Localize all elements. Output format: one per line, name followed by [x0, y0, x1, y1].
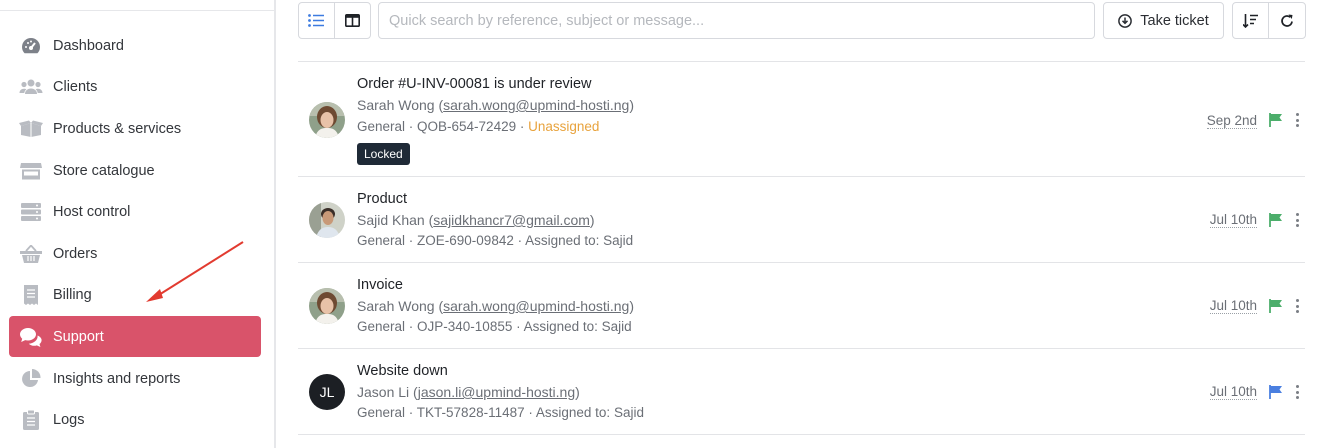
- ticket-assignment: Assigned to: Sajid: [535, 405, 644, 420]
- ticket-category: General: [357, 119, 406, 134]
- ticket-client: Sarah Wong (sarah.wong@upmind-hosti.ng): [357, 298, 635, 314]
- sidebar-item-support[interactable]: Support: [9, 316, 261, 357]
- sidebar-item-label: Billing: [53, 286, 92, 303]
- sidebar-item-clients[interactable]: Clients: [9, 66, 261, 107]
- ticket-category: General: [357, 405, 406, 420]
- avatar: [309, 202, 345, 238]
- sidebar-item-store-catalogue[interactable]: Store catalogue: [9, 150, 261, 191]
- more-options-icon[interactable]: [1293, 385, 1301, 399]
- ticket-date: Jul 10th: [1209, 384, 1257, 400]
- sidebar-item-label: Clients: [53, 78, 98, 95]
- locked-badge: Locked: [357, 143, 410, 165]
- sidebar-item-label: Insights and reports: [53, 370, 181, 387]
- more-options-icon[interactable]: [1293, 213, 1301, 227]
- ticket-assignment: Assigned to: Sajid: [523, 319, 632, 334]
- basket-icon: [19, 242, 43, 266]
- search-input[interactable]: [378, 2, 1095, 39]
- ticket-meta: General · QOB-654-72429 · Unassigned: [357, 119, 600, 134]
- avatar: JL: [309, 374, 345, 410]
- avatar: [309, 288, 345, 324]
- list-icon: [308, 14, 325, 27]
- ticket-date: Jul 10th: [1209, 212, 1257, 228]
- flag-icon[interactable]: [1269, 213, 1283, 227]
- list-actions: [1232, 2, 1306, 39]
- ticket-reference: TKT-57828-11487: [416, 405, 525, 420]
- client-name: Jason Li: [357, 384, 410, 400]
- ticket-subject: Invoice: [357, 277, 403, 293]
- sidebar-item-label: Logs: [53, 411, 85, 428]
- refresh-icon: [1281, 14, 1293, 27]
- ticket-subject: Order #U-INV-00081 is under review: [357, 76, 592, 92]
- avatar: [309, 102, 345, 138]
- sidebar-item-logs[interactable]: Logs: [9, 399, 261, 440]
- refresh-button[interactable]: [1269, 3, 1305, 38]
- ticket-subject: Product: [357, 191, 407, 207]
- toolbar: Take ticket: [298, 2, 1306, 40]
- ticket-row[interactable]: Order #U-INV-00081 is under review Sarah…: [298, 62, 1305, 177]
- ticket-category: General: [357, 233, 406, 248]
- pie-chart-icon: [19, 367, 43, 391]
- ticket-reference: QOB-654-72429: [417, 119, 517, 134]
- flag-icon[interactable]: [1269, 385, 1283, 399]
- sidebar-item-label: Store catalogue: [53, 162, 155, 179]
- ticket-row[interactable]: Product Sajid Khan (sajidkhancr7@gmail.c…: [298, 177, 1305, 263]
- sidebar-item-host-control[interactable]: Host control: [9, 191, 261, 232]
- sidebar-divider: [0, 10, 274, 11]
- sidebar-item-label: Dashboard: [53, 37, 124, 54]
- ticket-meta: General · TKT-57828-11487 · Assigned to:…: [357, 405, 644, 420]
- ticket-row[interactable]: JL Website down Jason Li (jason.li@upmin…: [298, 349, 1305, 435]
- annotation-arrow: [146, 241, 244, 302]
- ticket-assignment: Unassigned: [528, 119, 600, 134]
- ticket-row[interactable]: Invoice Sarah Wong (sarah.wong@upmind-ho…: [298, 263, 1305, 349]
- box-icon: [19, 117, 43, 141]
- ticket-category: General: [357, 319, 406, 334]
- sidebar: Dashboard Clients Products & services St…: [0, 0, 276, 448]
- ticket-reference: ZOE-690-09842: [417, 233, 514, 248]
- take-ticket-label: Take ticket: [1140, 12, 1209, 29]
- more-options-icon[interactable]: [1293, 113, 1301, 127]
- ticket-reference: OJP-340-10855: [417, 319, 513, 334]
- ticket-date: Sep 2nd: [1206, 113, 1257, 129]
- columns-icon: [344, 14, 360, 27]
- ticket-subject: Website down: [357, 363, 448, 379]
- sidebar-item-label: Products & services: [53, 120, 182, 137]
- take-ticket-button[interactable]: Take ticket: [1103, 2, 1224, 39]
- ticket-client: Jason Li (jason.li@upmind-hosti.ng): [357, 384, 580, 400]
- sidebar-item-label: Orders: [53, 245, 98, 262]
- flag-icon[interactable]: [1269, 113, 1283, 127]
- chat-icon: [19, 325, 43, 349]
- sort-icon: [1243, 13, 1258, 28]
- dashboard-icon: [19, 34, 43, 58]
- client-name: Sajid Khan: [357, 212, 425, 228]
- store-icon: [19, 159, 43, 183]
- sidebar-item-products[interactable]: Products & services: [9, 108, 261, 149]
- download-circle-icon: [1118, 13, 1133, 28]
- more-options-icon[interactable]: [1293, 299, 1301, 313]
- sidebar-item-insights[interactable]: Insights and reports: [9, 358, 261, 399]
- ticket-meta: General · ZOE-690-09842 · Assigned to: S…: [357, 233, 634, 248]
- ticket-assignment: Assigned to: Sajid: [525, 233, 634, 248]
- ticket-date: Jul 10th: [1209, 298, 1257, 314]
- split-view-button[interactable]: [335, 3, 371, 38]
- sidebar-item-dashboard[interactable]: Dashboard: [9, 25, 261, 66]
- client-email-link[interactable]: sajidkhancr7@gmail.com: [433, 212, 590, 228]
- sidebar-item-label: Host control: [53, 203, 131, 220]
- receipt-icon: [19, 283, 43, 307]
- users-icon: [19, 75, 43, 99]
- ticket-client: Sajid Khan (sajidkhancr7@gmail.com): [357, 212, 595, 228]
- list-view-button[interactable]: [299, 3, 335, 38]
- client-email-link[interactable]: sarah.wong@upmind-hosti.ng: [443, 97, 629, 113]
- ticket-meta: General · OJP-340-10855 · Assigned to: S…: [357, 319, 632, 334]
- view-toggle: [298, 2, 371, 39]
- sort-button[interactable]: [1233, 3, 1269, 38]
- client-email-link[interactable]: jason.li@upmind-hosti.ng: [418, 384, 575, 400]
- client-email-link[interactable]: sarah.wong@upmind-hosti.ng: [443, 298, 629, 314]
- ticket-client: Sarah Wong (sarah.wong@upmind-hosti.ng): [357, 97, 635, 113]
- sidebar-item-label: Support: [53, 328, 104, 345]
- server-icon: [19, 200, 43, 224]
- flag-icon[interactable]: [1269, 299, 1283, 313]
- client-name: Sarah Wong: [357, 97, 435, 113]
- clipboard-icon: [19, 408, 43, 432]
- client-name: Sarah Wong: [357, 298, 435, 314]
